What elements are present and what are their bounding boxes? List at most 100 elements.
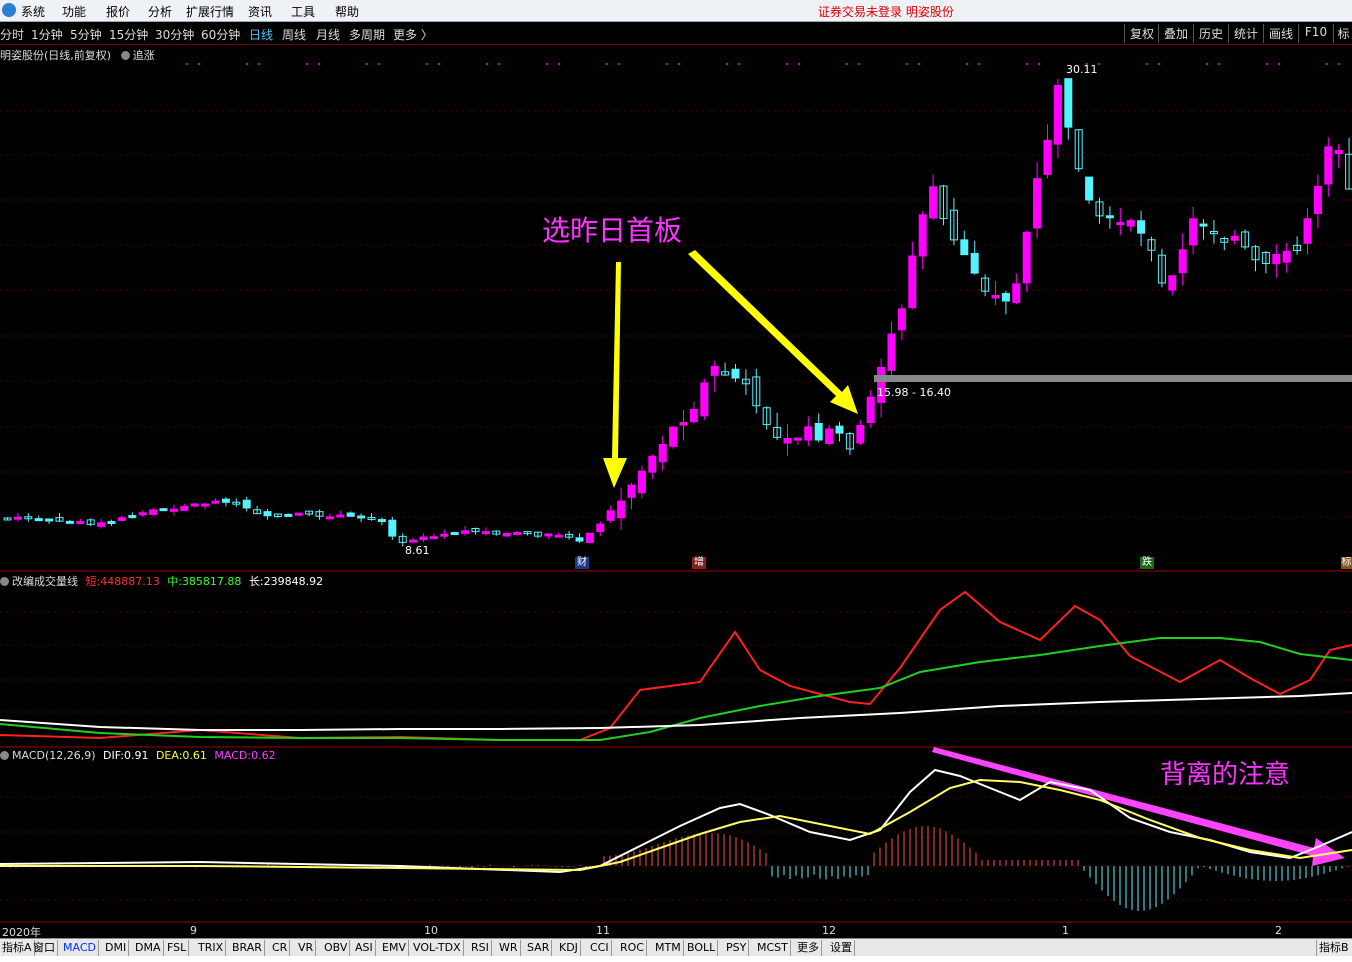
candle-body [669, 426, 678, 447]
tab-sar[interactable]: SAR [525, 940, 553, 956]
tab-rsi[interactable]: RSI [469, 940, 492, 956]
formula-icon[interactable] [120, 51, 130, 60]
candle-body [1105, 215, 1114, 219]
top-dot [1038, 63, 1040, 65]
candle-body [970, 252, 979, 274]
tab-cr[interactable]: CR [270, 940, 291, 956]
top-dot [378, 63, 380, 65]
top-dot [438, 63, 440, 65]
candle-body [887, 333, 896, 371]
tab-indicator-b[interactable]: 指标B [1316, 940, 1351, 956]
candle-body [263, 511, 272, 517]
formula-name[interactable]: 追涨 [133, 49, 155, 62]
tab-dma[interactable]: DMA [133, 940, 164, 956]
candle-body [648, 455, 657, 473]
macd-value: 0.62 [251, 749, 276, 762]
top-dot [1098, 63, 1100, 65]
candle-body [1230, 235, 1239, 241]
volume-indicator-name[interactable]: 改编成交量线 [12, 575, 78, 588]
tab-settings[interactable]: 设置 [828, 940, 855, 956]
candle-body [13, 516, 22, 520]
tab-psy[interactable]: PSY [724, 940, 750, 956]
candle-body [918, 214, 927, 257]
top-dot [1206, 63, 1208, 65]
main-panel-title: 明姿股份(日线,前复权) 追涨 [0, 47, 155, 63]
top-dot [1158, 63, 1160, 65]
candle-body [180, 505, 189, 511]
first-board-annotation: 选昨日首板 [542, 214, 683, 247]
event-marker-mark[interactable]: 标 [1341, 557, 1352, 569]
first-board-down-arrow [603, 262, 627, 488]
top-dot [546, 63, 548, 65]
candle-body [1116, 222, 1125, 226]
candle-body [1022, 231, 1031, 284]
tab-vr[interactable]: VR [296, 940, 317, 956]
tab-roc[interactable]: ROC [618, 940, 647, 956]
tab-mtm[interactable]: MTM [653, 940, 684, 956]
top-dot [978, 63, 980, 65]
candle-body [606, 510, 615, 521]
macd-indicator-name[interactable]: MACD(12,26,9) [12, 749, 96, 762]
top-dot [258, 63, 260, 65]
tab-dmi[interactable]: DMI [103, 940, 130, 956]
tab-indicator-a[interactable]: 指标A [0, 940, 35, 956]
top-dot [366, 63, 368, 65]
candle-body [169, 508, 178, 512]
tab-boll[interactable]: BOLL [685, 940, 719, 956]
tab-mcst[interactable]: MCST [755, 940, 791, 956]
top-dot [678, 63, 680, 65]
event-marker-increase[interactable]: 增 [692, 557, 706, 569]
top-dot [666, 63, 668, 65]
top-dot [738, 63, 740, 65]
candle-body [149, 509, 158, 515]
top-dot [498, 63, 500, 65]
candle-body [991, 294, 1000, 299]
candle-body [377, 519, 386, 523]
high-price-label: 30.11 [1066, 63, 1098, 76]
tab-cci[interactable]: CCI [588, 940, 612, 956]
candle-body [897, 308, 906, 331]
candle-body [793, 437, 802, 441]
top-dot [846, 63, 848, 65]
candle-body [825, 428, 834, 444]
candle-body [159, 508, 168, 512]
indicator-tab-bar: 指标A 窗口 MACD DMI DMA FSL TRIX BRAR CR VR … [0, 938, 1352, 957]
tab-vol-tdx[interactable]: VOL-TDX [411, 940, 464, 956]
tab-wr[interactable]: WR [497, 940, 521, 956]
tab-emv[interactable]: EMV [380, 940, 409, 956]
tab-trix[interactable]: TRIX [196, 940, 227, 956]
candle-body [554, 534, 563, 538]
tab-asi[interactable]: ASI [353, 940, 376, 956]
volume-settings-icon[interactable] [0, 577, 9, 586]
candle-body [1334, 149, 1343, 155]
tab-more[interactable]: 更多 [795, 940, 822, 956]
candle-body [1199, 223, 1208, 227]
candle-body [34, 518, 43, 522]
event-marker-drop[interactable]: 跌 [1140, 557, 1154, 569]
candle-body [65, 520, 74, 524]
event-marker-finance[interactable]: 财 [575, 557, 589, 569]
vol-long-value: 239848.92 [263, 575, 324, 588]
candle-body [45, 518, 54, 522]
macd-settings-icon[interactable] [0, 751, 9, 760]
candle-body [585, 532, 594, 544]
candle-body [835, 425, 844, 434]
top-dot [966, 63, 968, 65]
candle-body [388, 519, 397, 537]
tab-brar[interactable]: BRAR [230, 940, 265, 956]
candle-body [409, 539, 418, 543]
tab-macd[interactable]: MACD [61, 940, 99, 956]
candle-body [1126, 220, 1135, 227]
candle-body [1189, 218, 1198, 246]
candle-body [440, 533, 449, 537]
tab-window[interactable]: 窗口 [31, 940, 58, 956]
candle-body [731, 368, 740, 379]
tab-fsl[interactable]: FSL [165, 940, 190, 956]
stock-chart-canvas[interactable] [0, 0, 1352, 938]
candle-body [450, 532, 459, 536]
candle-body [1313, 185, 1322, 215]
tab-obv[interactable]: OBV [322, 940, 351, 956]
top-dot [198, 63, 200, 65]
tab-kdj[interactable]: KDJ [557, 940, 581, 956]
candle-body [190, 503, 199, 507]
